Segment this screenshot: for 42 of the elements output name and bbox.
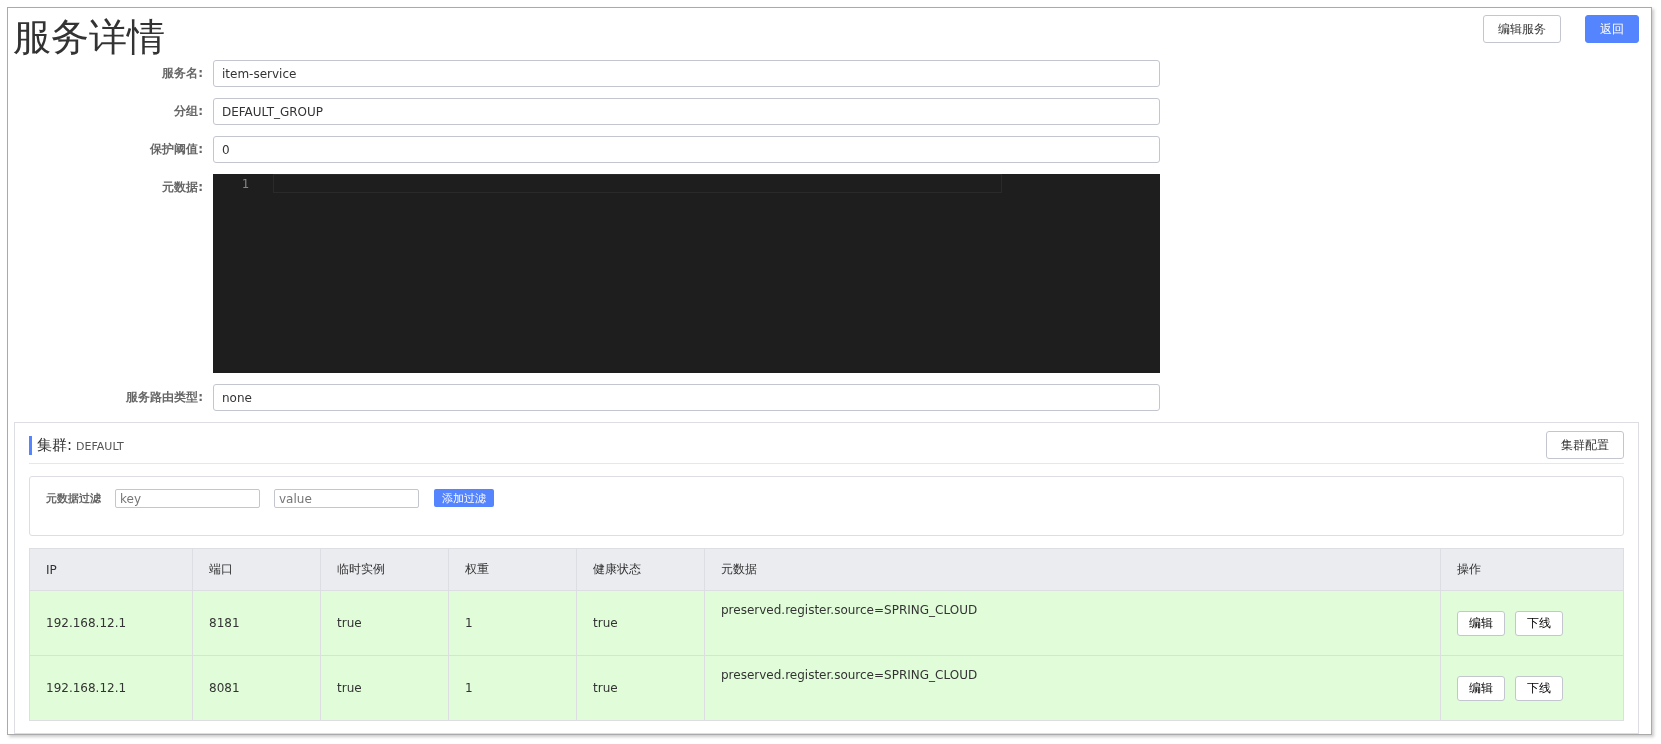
table-cell: true	[576, 590, 705, 656]
column-header: 健康状态	[576, 548, 705, 591]
table-cell: 1	[448, 590, 577, 656]
field-label: 保护阈值:	[149, 141, 204, 158]
table-cell: true	[320, 655, 449, 721]
input-field[interactable]: DEFAULT_GROUP	[213, 98, 1160, 125]
filter-label: 元数据过滤	[46, 491, 101, 507]
table-cell: true	[320, 590, 449, 656]
edit-button[interactable]: 编辑	[1457, 610, 1505, 636]
column-header: 权重	[448, 548, 577, 591]
column-header: IP	[29, 548, 193, 591]
table-cell: 192.168.12.1	[29, 655, 193, 721]
column-header: 临时实例	[320, 548, 449, 591]
table-cell: preserved.register.source=SPRING_CLOUD	[704, 590, 1441, 656]
cluster-name: DEFAULT	[76, 439, 124, 453]
field-label: 服务路由类型:	[125, 389, 204, 406]
cluster-config-button[interactable]: 集群配置	[1546, 431, 1624, 459]
table-cell: preserved.register.source=SPRING_CLOUD	[704, 655, 1441, 721]
cluster-label: 集群:	[37, 435, 73, 455]
table-cell: 8181	[192, 590, 321, 656]
column-header: 端口	[192, 548, 321, 591]
edit-button[interactable]: 编辑	[1457, 675, 1505, 701]
table-cell: 1	[448, 655, 577, 721]
line-number: 1	[240, 176, 249, 193]
offline-button[interactable]: 下线	[1515, 675, 1563, 701]
table-cell: true	[576, 655, 705, 721]
code-editor[interactable]: 1	[213, 174, 1160, 373]
page-title: 服务详情	[13, 14, 165, 60]
value-field[interactable]: value	[274, 489, 419, 508]
field-label: 服务名:	[161, 65, 204, 82]
table-cell: 8081	[192, 655, 321, 721]
table-cell: 192.168.12.1	[29, 590, 193, 656]
column-header: 元数据	[704, 548, 1441, 591]
input-field[interactable]: item-service	[213, 60, 1160, 87]
input-field[interactable]: 0	[213, 136, 1160, 163]
field-label: 元数据:	[161, 179, 204, 196]
key-field[interactable]: key	[115, 489, 260, 508]
column-header: 操作	[1440, 548, 1624, 591]
field-label: 分组:	[173, 103, 204, 120]
offline-button[interactable]: 下线	[1515, 610, 1563, 636]
edit-service-button[interactable]: 编辑服务	[1483, 15, 1561, 43]
input-field[interactable]: none	[213, 384, 1160, 411]
